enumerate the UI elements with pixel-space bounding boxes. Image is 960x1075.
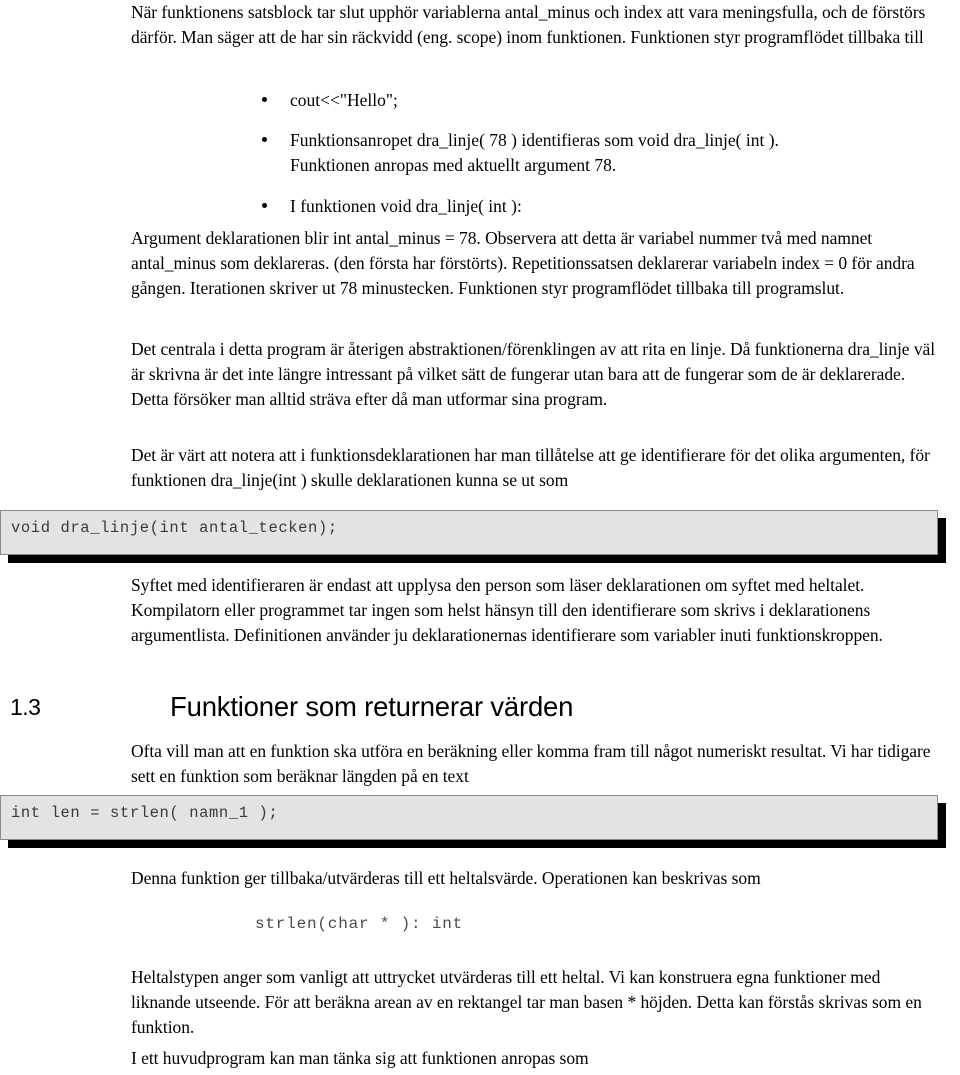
code-block-declaration: void dra_linje(int antal_tecken); (0, 510, 938, 555)
list-item: cout<<"Hello"; (262, 88, 802, 113)
list-item-label: I funktionen void dra_linje( int ): (290, 195, 522, 216)
mono-line-strlen-signature: strlen(char * ): int (255, 915, 464, 933)
paragraph-ofta: Ofta vill man att en funktion ska utföra… (131, 741, 931, 787)
paragraph-intro: När funktionens satsblock tar slut upphö… (131, 2, 926, 48)
code-text: void dra_linje(int antal_tecken); (11, 519, 338, 537)
code-block-declaration-wrapper: void dra_linje(int antal_tecken); (0, 510, 946, 563)
bullet-dot-icon (262, 137, 267, 143)
code-text: int len = strlen( namn_1 ); (11, 804, 279, 822)
bullet-dot-icon (262, 202, 267, 208)
page-title: Funktioner som returnerar värden (170, 691, 574, 722)
code-block-strlen-call-wrapper: int len = strlen( namn_1 ); (0, 795, 946, 848)
paragraph-abstraktion: Det centrala i detta program är återigen… (131, 339, 936, 410)
document-page: När funktionens satsblock tar slut upphö… (0, 0, 960, 1075)
list-item-label: cout<<"Hello"; (290, 90, 398, 110)
paragraph-identifierare: Det är värt att notera att i funktionsde… (131, 445, 930, 491)
paragraph-argument: Argument deklarationen blir int antal_mi… (131, 228, 915, 299)
code-block-strlen-call: int len = strlen( namn_1 ); (0, 795, 938, 840)
heading-number: 1.3 (10, 694, 41, 720)
paragraph-denna: Denna funktion ger tillbaka/utvärderas t… (131, 868, 761, 888)
list-item-label: Funktionsanropet dra_linje( 78 ) identif… (290, 130, 779, 176)
list-item: Funktionsanropet dra_linje( 78 ) identif… (262, 128, 802, 178)
paragraph-syftet: Syftet med identifieraren är endast att … (131, 575, 883, 646)
paragraph-huvudprogram: I ett huvudprogram kan man tänka sig att… (131, 1048, 589, 1068)
paragraph-heltalstypen: Heltalstypen anger som vanligt att uttry… (131, 967, 922, 1038)
list-item: I funktionen void dra_linje( int ): (262, 194, 802, 219)
bullet-list: cout<<"Hello"; Funktionsanropet dra_linj… (262, 88, 802, 219)
bullet-dot-icon (262, 97, 267, 102)
